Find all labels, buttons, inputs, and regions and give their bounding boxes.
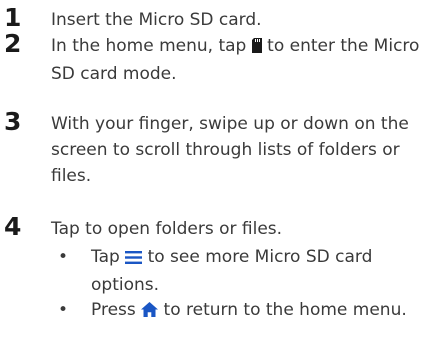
step-text-before: In the home menu, tap [51, 36, 252, 56]
bullet-marker: • [58, 247, 69, 267]
menu-icon [125, 246, 143, 272]
bullet-text: Tap to see more Micro SD card options. [91, 244, 421, 298]
sd-card-icon [251, 35, 262, 61]
step-text: In the home menu, tap to enter the Micro… [51, 33, 421, 87]
bullet-text-before: Tap [91, 247, 126, 267]
step-text: With your finger, swipe up or down on th… [51, 114, 409, 186]
home-icon [141, 299, 159, 325]
step-number: 3 [4, 107, 22, 136]
step-number: 4 [4, 212, 22, 241]
bullet-text: Press to return to the home menu. [91, 297, 421, 325]
bullet-marker: • [58, 300, 69, 320]
bullet-text-after: to return to the home menu. [158, 300, 407, 320]
step-text: Tap to open folders or files. [51, 219, 283, 239]
step-text: Insert the Micro SD card. [51, 10, 262, 30]
step-number: 2 [4, 29, 22, 58]
bullet-text-before: Press [91, 300, 142, 320]
